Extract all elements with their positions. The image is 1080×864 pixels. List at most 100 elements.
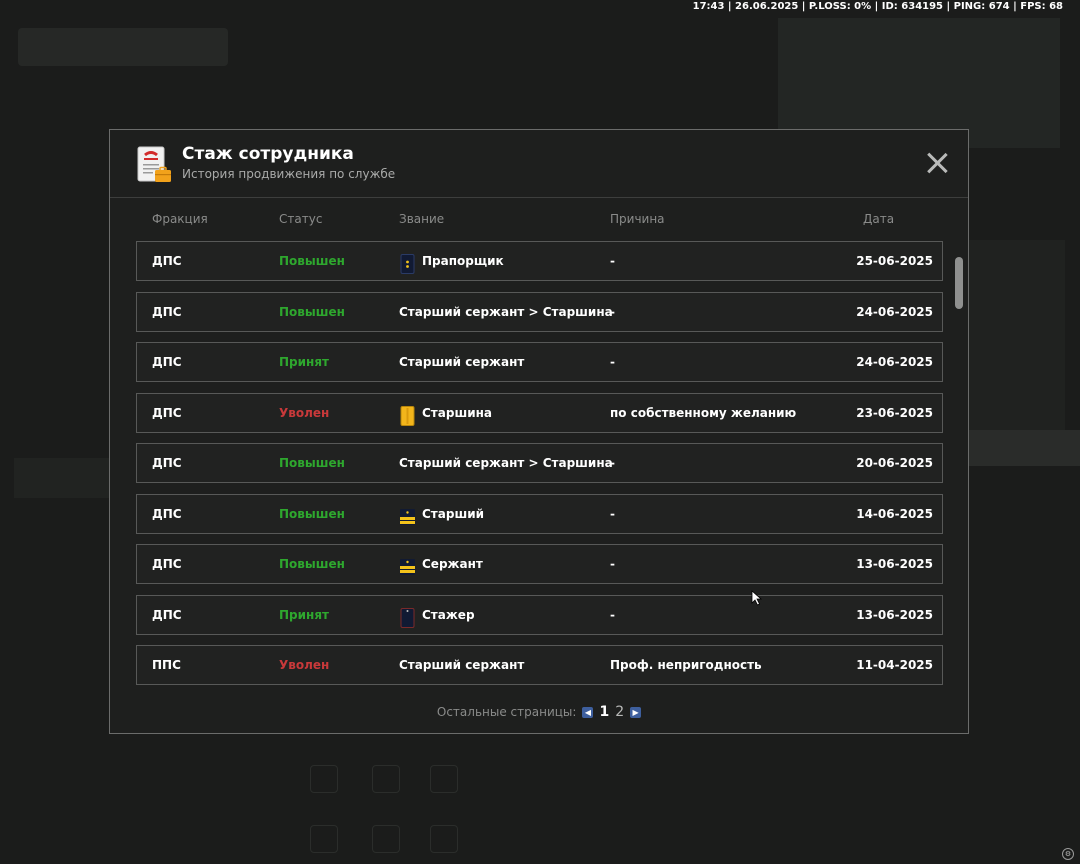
background-bar	[958, 430, 1080, 466]
record-status: Повышен	[279, 254, 345, 268]
background-panel	[14, 458, 124, 498]
background-logo	[18, 28, 228, 66]
record-date: 24-06-2025	[856, 355, 933, 369]
background-slot	[430, 825, 458, 853]
record-row: ДПС Повышен Старший - 14-06-2025	[136, 493, 943, 534]
record-rank: Старший	[399, 495, 484, 533]
sergeant-stripes-icon	[399, 554, 416, 575]
column-header-reason: Причина	[610, 212, 665, 226]
background-slot	[372, 765, 400, 793]
trainee-shoulder-icon	[399, 605, 416, 628]
record-reason: -	[610, 254, 615, 268]
record-date: 24-06-2025	[856, 304, 933, 319]
column-header-date: Дата	[863, 212, 895, 226]
record-status: Повышен	[279, 506, 345, 521]
prev-page-icon[interactable]: ◀	[582, 706, 594, 718]
column-header-status: Статус	[279, 212, 323, 226]
record-reason: -	[610, 304, 615, 319]
modal-subtitle: История продвижения по службе	[182, 167, 396, 181]
record-status: Повышен	[279, 304, 345, 319]
mouse-cursor-icon	[751, 590, 763, 606]
record-rank: Старший сержант	[399, 646, 524, 684]
record-row: ППС Уволен Старший сержант Проф. неприго…	[136, 645, 943, 685]
record-faction: ДПС	[152, 456, 182, 470]
record-reason: -	[610, 456, 615, 470]
petty-officer-shoulder-icon	[399, 403, 416, 426]
record-date: 13-06-2025	[856, 557, 933, 571]
record-rank: Старший сержант > Старшина	[399, 444, 613, 482]
record-faction: ППС	[152, 658, 181, 672]
background-slot	[372, 825, 400, 853]
record-rank-label: Стажер	[422, 607, 475, 622]
record-faction: ДПС	[152, 607, 182, 622]
settings-corner-icon[interactable]: ⚙	[1062, 848, 1074, 860]
background-panel	[965, 240, 1065, 440]
document-icon	[137, 146, 171, 182]
column-header-rank: Звание	[399, 212, 445, 226]
record-rank-label: Старший сержант > Старшина	[399, 456, 613, 470]
record-row: ДПС Принят Стажер - 13-06-2025	[136, 594, 943, 635]
record-reason: -	[610, 607, 615, 622]
modal-header: Стаж сотрудника История продвижения по с…	[110, 130, 968, 198]
record-rank: Сержант	[399, 545, 483, 583]
record-date: 13-06-2025	[856, 607, 933, 622]
record-faction: ДПС	[152, 254, 182, 268]
record-rank: Стажер	[399, 596, 475, 634]
record-rank: Старшина	[399, 394, 492, 432]
ensign-shoulder-icon	[399, 251, 416, 274]
record-list[interactable]: ДПС Повышен Прапорщик - 25-06-2025 ДПС П…	[136, 241, 945, 687]
pagination: Остальные страницы: ◀ 1 2 ▶	[110, 704, 968, 720]
background-slot	[430, 765, 458, 793]
record-date: 20-06-2025	[856, 456, 933, 470]
record-rank-label: Старший сержант	[399, 658, 525, 672]
page-link-1[interactable]: 1	[599, 704, 609, 720]
record-date: 23-06-2025	[856, 405, 933, 420]
record-rank-label: Старший сержант > Старшина	[399, 304, 613, 319]
record-reason: -	[610, 557, 615, 571]
record-row: ДПС Повышен Сержант - 13-06-2025	[136, 544, 943, 584]
pagination-label: Остальные страницы:	[436, 705, 577, 719]
record-row: ДПС Уволен Старшина по собственному жела…	[136, 392, 943, 433]
record-rank-label: Прапорщик	[422, 254, 504, 268]
background-slot	[310, 765, 338, 793]
senior-stripes-icon	[399, 504, 416, 525]
record-status: Уволен	[279, 658, 330, 672]
record-rank: Старший сержант	[399, 343, 524, 381]
record-status: Повышен	[279, 456, 345, 470]
record-rank: Прапорщик	[399, 242, 504, 280]
record-rank-label: Старший сержант	[399, 355, 525, 369]
modal-title: Стаж сотрудника	[182, 144, 354, 164]
page-link-2[interactable]: 2	[615, 704, 624, 720]
service-record-modal: Стаж сотрудника История продвижения по с…	[109, 129, 969, 734]
record-status: Принят	[279, 355, 329, 369]
record-reason: по собственному желанию	[610, 405, 797, 420]
record-faction: ДПС	[152, 355, 182, 369]
record-rank-label: Сержант	[422, 557, 483, 571]
record-faction: ДПС	[152, 304, 182, 319]
record-rank: Старший сержант > Старшина	[399, 293, 613, 331]
record-date: 14-06-2025	[856, 506, 933, 521]
background-slot	[310, 825, 338, 853]
close-icon[interactable]	[926, 152, 948, 174]
record-reason: -	[610, 355, 615, 369]
record-date: 25-06-2025	[856, 254, 933, 268]
record-row: ДПС Повышен Прапорщик - 25-06-2025	[136, 241, 943, 281]
next-page-icon[interactable]: ▶	[630, 706, 642, 718]
record-date: 11-04-2025	[856, 658, 933, 672]
record-reason: Проф. непригодность	[610, 658, 762, 672]
record-row: ДПС Принят Старший сержант - 24-06-2025	[136, 342, 943, 382]
record-status: Уволен	[279, 405, 330, 420]
hud-status-line: 17:43 | 26.06.2025 | P.LOSS: 0% | ID: 63…	[692, 1, 1063, 12]
record-reason: -	[610, 506, 615, 521]
record-rank-label: Старшина	[422, 405, 492, 420]
record-faction: ДПС	[152, 557, 182, 571]
column-header-faction: Фракция	[152, 212, 208, 226]
scrollbar-thumb[interactable]	[955, 257, 963, 309]
record-faction: ДПС	[152, 405, 182, 420]
record-faction: ДПС	[152, 506, 182, 521]
record-status: Принят	[279, 607, 329, 622]
record-row: ДПС Повышен Старший сержант > Старшина -…	[136, 291, 943, 332]
record-status: Повышен	[279, 557, 345, 571]
record-row: ДПС Повышен Старший сержант > Старшина -…	[136, 443, 943, 483]
record-rank-label: Старший	[422, 506, 485, 521]
